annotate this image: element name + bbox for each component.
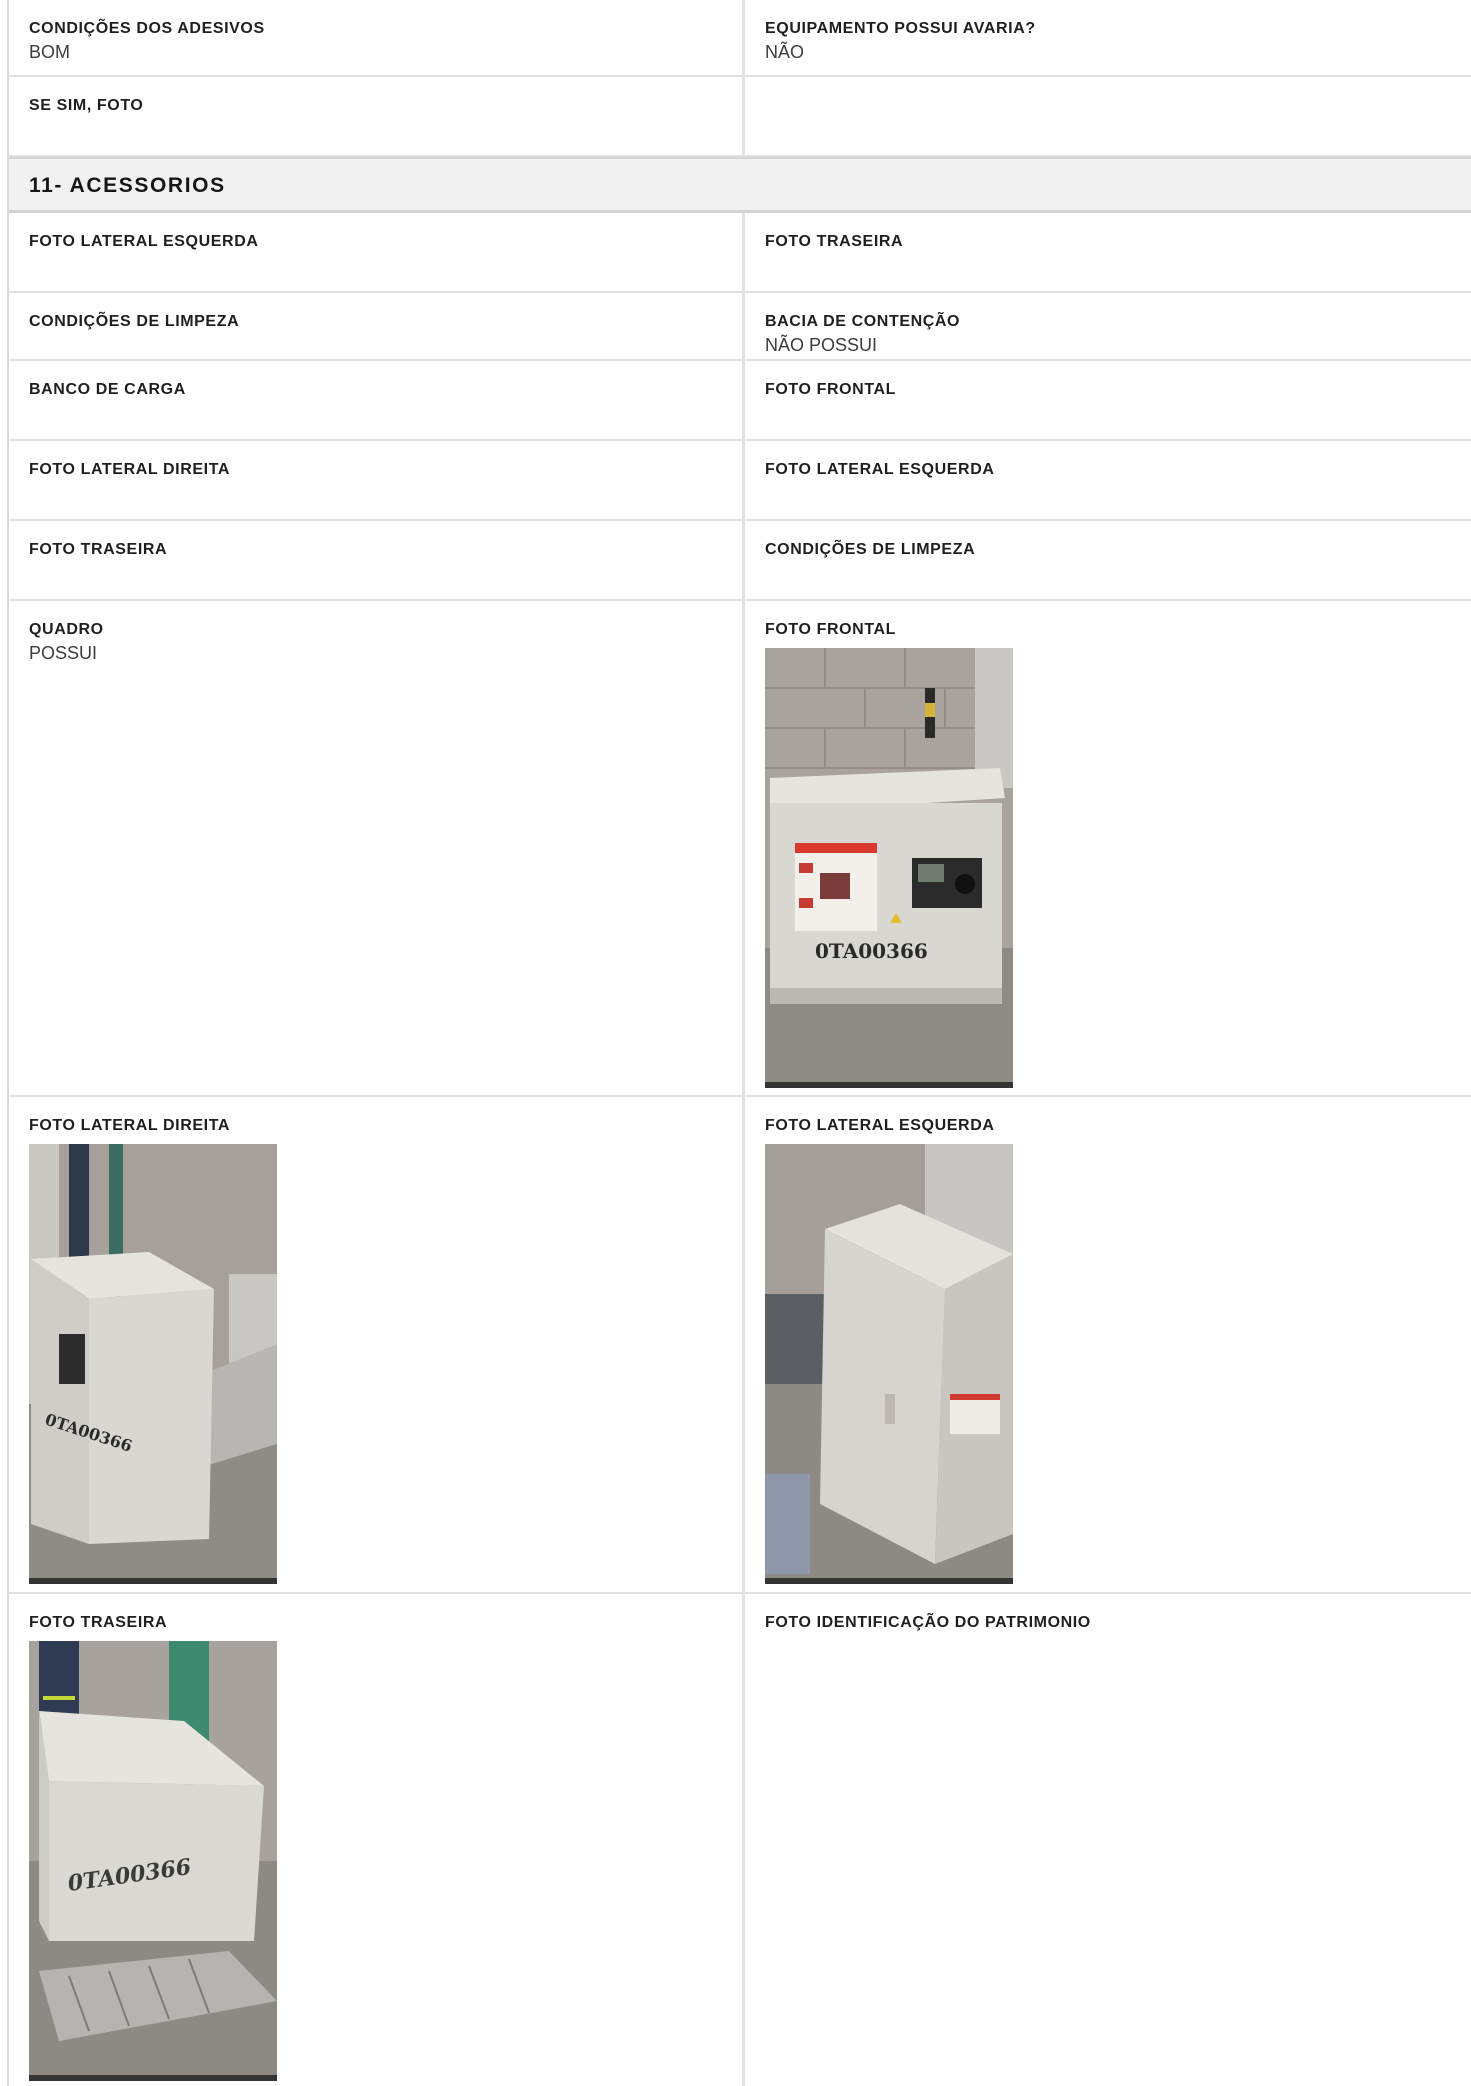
field-label: FOTO TRASEIRA xyxy=(29,541,168,558)
field-cell: FOTO IDENTIFICAÇÃO DO PATRIMONIO xyxy=(745,1594,1471,2086)
report-row: FOTO TRASEIRA 0TA00366 FOTO IDENTIFICAÇÃ… xyxy=(9,1594,1471,2086)
field-label: FOTO TRASEIRA xyxy=(765,233,904,250)
field-label: BACIA DE CONTENÇÃO xyxy=(765,313,961,330)
field-cell-empty xyxy=(745,77,1471,155)
field-cell: CONDIÇÕES DE LIMPEZA xyxy=(745,521,1471,599)
field-cell: FOTO TRASEIRA xyxy=(9,521,745,599)
field-cell: BACIA DE CONTENÇÃO NÃO POSSUI xyxy=(745,293,1471,359)
field-cell: FOTO LATERAL ESQUERDA xyxy=(745,1097,1471,1592)
field-cell: EQUIPAMENTO POSSUI AVARIA? NÃO xyxy=(745,0,1471,75)
section-title: 11- ACESSORIOS xyxy=(29,174,226,197)
report-row: FOTO LATERAL ESQUERDA FOTO TRASEIRA xyxy=(9,213,1471,293)
field-value: BOM xyxy=(29,42,71,62)
field-cell: FOTO LATERAL ESQUERDA xyxy=(745,441,1471,519)
field-label: FOTO TRASEIRA xyxy=(29,1614,168,1631)
field-label: QUADRO xyxy=(29,621,104,638)
field-cell: BANCO DE CARGA xyxy=(9,361,745,439)
rear-photo[interactable]: 0TA00366 xyxy=(29,1641,277,2081)
field-value: POSSUI xyxy=(29,643,98,663)
field-cell: FOTO LATERAL DIREITA xyxy=(9,441,745,519)
field-label: FOTO FRONTAL xyxy=(765,381,897,398)
field-cell: FOTO LATERAL ESQUERDA xyxy=(9,213,745,291)
field-label: FOTO LATERAL ESQUERDA xyxy=(765,1117,995,1134)
left-side-photo[interactable] xyxy=(765,1144,1013,1584)
field-label: EQUIPAMENTO POSSUI AVARIA? xyxy=(765,20,1036,37)
field-cell: FOTO FRONTAL xyxy=(745,361,1471,439)
field-value: NÃO xyxy=(765,42,805,62)
report-row: FOTO LATERAL DIREITA FOTO LATERAL ESQUER… xyxy=(9,441,1471,521)
report-row: FOTO LATERAL DIREITA 0TA00366 FOTO LATER… xyxy=(9,1097,1471,1594)
field-cell: FOTO LATERAL DIREITA 0TA00366 xyxy=(9,1097,745,1592)
front-photo[interactable]: 0TA00366 xyxy=(765,648,1013,1088)
field-cell: CONDIÇÕES DE LIMPEZA xyxy=(9,293,745,359)
field-label: FOTO LATERAL DIREITA xyxy=(29,461,231,478)
field-label: FOTO LATERAL ESQUERDA xyxy=(765,461,995,478)
field-label: CONDIÇÕES DOS ADESIVOS xyxy=(29,20,265,37)
report-row: CONDIÇÕES DOS ADESIVOS BOM EQUIPAMENTO P… xyxy=(9,0,1471,77)
field-cell: FOTO TRASEIRA xyxy=(745,213,1471,291)
field-label: SE SIM, FOTO xyxy=(29,97,144,114)
field-cell: FOTO FRONTAL xyxy=(745,601,1471,1095)
report-row: QUADRO POSSUI FOTO FRONTAL 0TA00366 xyxy=(9,601,1471,1097)
inspection-report-sheet: CONDIÇÕES DOS ADESIVOS BOM EQUIPAMENTO P… xyxy=(7,0,1471,2086)
field-cell: SE SIM, FOTO xyxy=(9,77,745,155)
field-label: FOTO LATERAL ESQUERDA xyxy=(29,233,259,250)
field-cell: FOTO TRASEIRA 0TA00366 xyxy=(9,1594,745,2086)
section-header: 11- ACESSORIOS xyxy=(9,157,1471,213)
field-label: BANCO DE CARGA xyxy=(29,381,186,398)
field-label: FOTO IDENTIFICAÇÃO DO PATRIMONIO xyxy=(765,1614,1091,1631)
field-cell: QUADRO POSSUI xyxy=(9,601,745,1095)
field-value: NÃO POSSUI xyxy=(765,335,878,355)
report-row: BANCO DE CARGA FOTO FRONTAL xyxy=(9,361,1471,441)
field-label: CONDIÇÕES DE LIMPEZA xyxy=(29,313,240,330)
front-asset-code: 0TA00366 xyxy=(815,939,928,963)
report-row: FOTO TRASEIRA CONDIÇÕES DE LIMPEZA xyxy=(9,521,1471,601)
report-row: CONDIÇÕES DE LIMPEZA BACIA DE CONTENÇÃO … xyxy=(9,293,1471,361)
field-label: CONDIÇÕES DE LIMPEZA xyxy=(765,541,976,558)
field-cell: CONDIÇÕES DOS ADESIVOS BOM xyxy=(9,0,745,75)
field-label: FOTO FRONTAL xyxy=(765,621,897,638)
right-side-photo[interactable]: 0TA00366 xyxy=(29,1144,277,1584)
report-row: SE SIM, FOTO xyxy=(9,77,1471,157)
field-label: FOTO LATERAL DIREITA xyxy=(29,1117,231,1134)
